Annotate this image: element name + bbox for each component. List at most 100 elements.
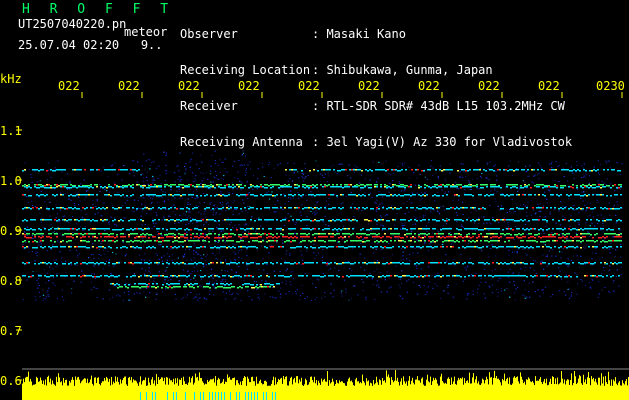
signal-line-segment [158, 233, 160, 235]
noise-dot [570, 166, 572, 168]
signal-line-segment [54, 170, 56, 172]
noise-dot [196, 221, 198, 223]
signal-line-segment [468, 194, 470, 196]
noise-dot [500, 230, 502, 232]
noise-dot [224, 193, 226, 195]
noise-dot [83, 179, 85, 181]
noise-dot [165, 164, 167, 166]
noise-dot [601, 289, 603, 291]
noise-dot [360, 189, 362, 191]
noise-dot [274, 204, 276, 205]
noise-dot [47, 295, 49, 297]
signal-line-segment [614, 208, 616, 210]
signal-line-segment [384, 194, 386, 196]
noise-dot [354, 285, 356, 287]
signal-line-segment [94, 220, 96, 222]
signal-line-segment [522, 228, 524, 230]
noise-dot [214, 160, 216, 162]
noise-dot [65, 271, 67, 273]
noise-dot [545, 255, 547, 257]
signal-line-segment [144, 234, 146, 236]
noise-dot [374, 238, 376, 240]
signal-line-segment [466, 186, 468, 188]
signal-line-segment [160, 233, 162, 235]
noise-dot [456, 221, 458, 223]
signal-line-segment [320, 233, 322, 235]
noise-dot [185, 169, 187, 171]
noise-dot [112, 252, 114, 254]
noise-dot [480, 281, 482, 283]
signal-line-segment [466, 194, 468, 196]
noise-dot [122, 241, 124, 243]
signal-line-segment [530, 194, 532, 196]
noise-dot [362, 239, 364, 240]
signal-line-segment [78, 208, 80, 210]
noise-dot [264, 240, 266, 242]
noise-dot [558, 290, 560, 292]
signal-line-segment [94, 233, 96, 235]
signal-line-segment [574, 228, 576, 230]
noise-dot [29, 169, 31, 171]
noise-dot [515, 202, 517, 204]
signal-line-segment [160, 186, 162, 188]
noise-dot [144, 223, 146, 225]
noise-dot [325, 224, 327, 226]
signal-line-segment [56, 169, 58, 171]
noise-dot [133, 273, 135, 275]
signal-line-segment [218, 234, 220, 236]
noise-dot [250, 216, 252, 218]
noise-dot [413, 238, 415, 240]
signal-line-segment [314, 228, 316, 230]
signal-line-segment [272, 219, 274, 221]
noise-dot [437, 231, 440, 233]
signal-line-segment [546, 220, 548, 222]
signal-line-segment [106, 194, 108, 196]
signal-line-segment [610, 208, 612, 210]
noise-dot [281, 258, 283, 260]
noise-dot [399, 278, 401, 280]
noise-dot [241, 182, 243, 184]
noise-dot [379, 203, 381, 205]
noise-dot [252, 188, 254, 190]
signal-line-segment [32, 207, 34, 209]
signal-line-segment [272, 195, 274, 197]
signal-line-segment [570, 219, 572, 221]
signal-line-segment [560, 228, 562, 230]
signal-line-segment [328, 228, 330, 230]
signal-line-segment [356, 233, 358, 235]
noise-dot [490, 223, 492, 225]
noise-dot [369, 192, 372, 194]
noise-dot [80, 226, 82, 228]
signal-line-segment [252, 233, 254, 235]
signal-line-segment [474, 228, 476, 230]
noise-dot [567, 281, 569, 283]
signal-line-segment [178, 184, 180, 186]
noise-dot [270, 177, 272, 179]
noise-dot [312, 283, 314, 285]
signal-line-segment [577, 169, 579, 171]
signal-line-segment [210, 219, 212, 221]
noise-dot [51, 248, 53, 250]
noise-dot [277, 164, 279, 166]
signal-line-segment [130, 195, 132, 197]
noise-dot [217, 241, 219, 243]
signal-line-segment [602, 186, 604, 188]
noise-dot [338, 163, 340, 165]
signal-line-segment [592, 208, 594, 210]
noise-dot [371, 196, 373, 198]
noise-dot [507, 223, 509, 225]
signal-line-segment [428, 233, 430, 235]
signal-line-segment [429, 169, 431, 171]
noise-dot [170, 248, 172, 250]
noise-dot [383, 257, 385, 259]
signal-line-segment [312, 187, 314, 189]
noise-dot [107, 176, 109, 178]
signal-line-segment [226, 219, 228, 221]
signal-line-segment [212, 186, 214, 188]
signal-line-segment [612, 229, 614, 231]
noise-dot [60, 192, 62, 194]
noise-dot [399, 183, 401, 184]
noise-dot [398, 181, 401, 183]
noise-dot [321, 297, 323, 299]
noise-dot [73, 280, 75, 282]
